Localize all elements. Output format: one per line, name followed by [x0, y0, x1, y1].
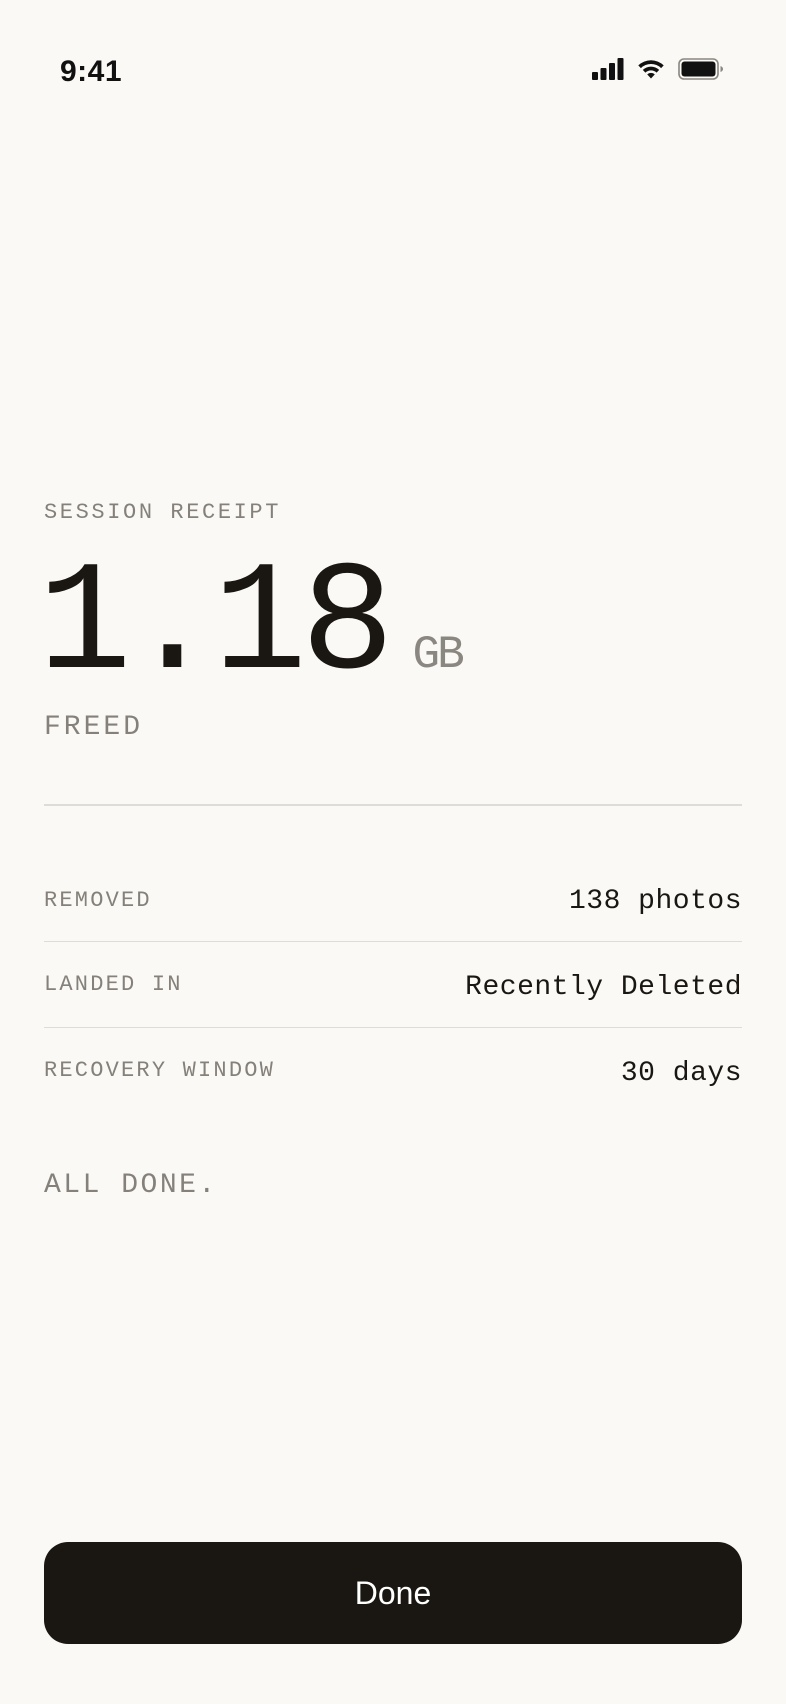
section-divider — [44, 804, 742, 806]
detail-value: 138 photos — [568, 886, 742, 917]
freed-amount: 1.18 GB — [38, 537, 465, 714]
status-time: 9:41 — [60, 55, 123, 88]
completion-note: ALL DONE. — [44, 1170, 218, 1201]
freed-amount-value: 1.18 — [38, 537, 394, 714]
detail-row-recovery-window: RECOVERY WINDOW 30 days — [44, 1028, 742, 1114]
battery-icon — [678, 58, 724, 85]
detail-row-landed-in: LANDED IN Recently Deleted — [44, 942, 742, 1028]
status-icons — [592, 58, 724, 85]
detail-row-removed: REMOVED 138 photos — [44, 856, 742, 942]
detail-label: REMOVED — [44, 888, 152, 913]
detail-value: Recently Deleted — [465, 972, 742, 1003]
done-button[interactable]: Done — [44, 1542, 742, 1644]
detail-label: LANDED IN — [44, 972, 183, 997]
cellular-signal-icon — [592, 58, 624, 85]
receipt-details: REMOVED 138 photos LANDED IN Recently De… — [44, 856, 742, 1114]
detail-label: RECOVERY WINDOW — [44, 1058, 276, 1083]
status-bar: 9:41 — [0, 0, 786, 150]
wifi-icon — [636, 58, 666, 85]
detail-value: 30 days — [620, 1058, 742, 1089]
freed-caption: FREED — [44, 712, 144, 743]
freed-amount-unit: GB — [412, 629, 464, 681]
session-receipt-eyebrow: SESSION RECEIPT — [44, 500, 282, 525]
